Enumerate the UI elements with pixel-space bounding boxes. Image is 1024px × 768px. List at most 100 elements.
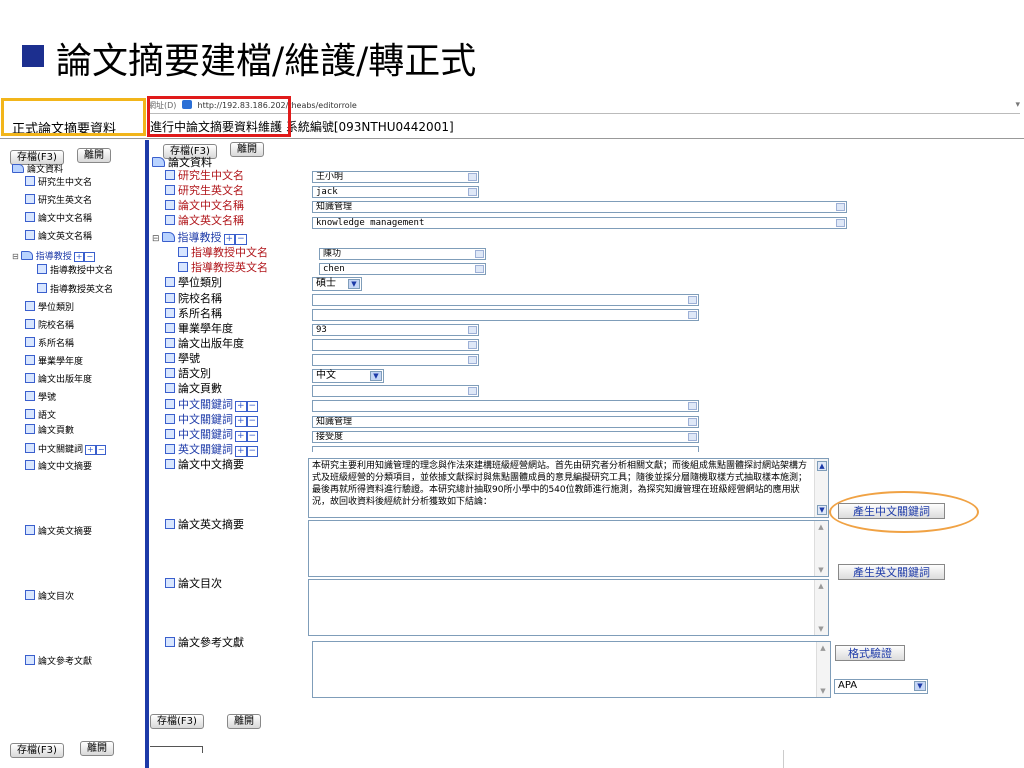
sidebar-item-grad-year[interactable]: 畢業學年度 (25, 355, 83, 369)
collapse-toggle-icon[interactable]: ⊟ (12, 252, 19, 261)
bottom-save-button[interactable]: 存檔(F3) (150, 714, 204, 729)
generate-en-keywords-button[interactable]: 產生英文關鍵詞 (838, 564, 945, 580)
spin-icon[interactable] (475, 265, 484, 273)
sidebar-item-advisor[interactable]: ⊟ 指導教授 + − (12, 250, 96, 264)
remove-keyword-icon[interactable]: − (246, 416, 259, 427)
spin-icon[interactable] (688, 296, 697, 304)
sidebar-item-language[interactable]: 語文 (25, 409, 56, 423)
language-select[interactable]: 中文 ▼ (312, 369, 384, 383)
sidebar-item-student-en[interactable]: 研究生英文名 (25, 194, 92, 208)
scroll-down-icon[interactable]: ▼ (819, 687, 827, 695)
advisor-zh-field[interactable]: 陳功 (319, 248, 486, 260)
sidebar-item-school[interactable]: 院校名稱 (25, 319, 74, 333)
textarea-scrollbar[interactable]: ▲ ▼ (814, 521, 828, 576)
scroll-down-icon[interactable]: ▼ (817, 505, 827, 515)
keyword-2-field[interactable]: 知識管理 (312, 416, 699, 428)
sidebar-item-refs[interactable]: 論文參考文獻 (25, 655, 92, 669)
school-field[interactable] (312, 294, 699, 306)
sidebar-item-title-zh[interactable]: 論文中文名稱 (25, 212, 92, 226)
label-advisor[interactable]: ⊟ 指導教授 + − (152, 231, 247, 246)
sidebar-item-keywords-zh[interactable]: 中文關鍵詞 + − (25, 443, 107, 457)
abstract-en-textarea[interactable]: ▲ ▼ (308, 520, 829, 577)
sidebar-item-abstract-en[interactable]: 論文英文摘要 (25, 525, 92, 539)
keyword-1-field[interactable] (312, 400, 699, 412)
sidebar-item-student-id[interactable]: 學號 (25, 391, 56, 405)
leave-button[interactable]: 離開 (230, 142, 264, 157)
add-keyword-icon[interactable]: + (235, 431, 247, 442)
keyword-3-field[interactable]: 接受度 (312, 431, 699, 443)
student-en-field[interactable]: jack (312, 186, 479, 198)
spin-icon[interactable] (836, 203, 845, 211)
textarea-scrollbar[interactable]: ▲ ▼ (814, 459, 828, 517)
sidebar-bottom-leave-button[interactable]: 離開 (80, 741, 114, 756)
spin-icon[interactable] (688, 418, 697, 426)
address-dropdown-icon[interactable]: ▾ (1015, 100, 1020, 110)
pages-field[interactable] (312, 385, 479, 397)
spin-icon[interactable] (468, 387, 477, 395)
sidebar-save-button[interactable]: 存檔(F3) (10, 150, 64, 165)
keyword-en-field[interactable] (312, 446, 699, 452)
add-keyword-icon[interactable]: + (235, 446, 247, 457)
sidebar-item-pub-year[interactable]: 論文出版年度 (25, 373, 92, 387)
title-en-field[interactable]: knowledge management (312, 217, 847, 229)
textarea-scrollbar[interactable]: ▲ ▼ (814, 580, 828, 635)
spin-icon[interactable] (468, 356, 477, 364)
add-icon[interactable]: + (73, 252, 85, 262)
remove-keyword-icon[interactable]: − (246, 446, 259, 457)
sidebar-item-title-en[interactable]: 論文英文名稱 (25, 230, 92, 244)
scroll-up-icon[interactable]: ▲ (817, 461, 827, 471)
grad-year-field[interactable]: 93 (312, 324, 479, 336)
sidebar-item-advisor-en[interactable]: 指導教授英文名 (37, 283, 113, 297)
spin-icon[interactable] (688, 311, 697, 319)
spin-icon[interactable] (475, 250, 484, 258)
title-zh-field[interactable]: 知識管理 (312, 201, 847, 213)
scroll-down-icon[interactable]: ▼ (817, 566, 825, 574)
form-root[interactable]: 論文資料 (152, 156, 212, 169)
spin-icon[interactable] (468, 188, 477, 196)
sidebar-item-advisor-zh[interactable]: 指導教授中文名 (37, 264, 113, 278)
remove-keyword-icon[interactable]: − (246, 401, 259, 412)
spin-icon[interactable] (688, 433, 697, 441)
student-zh-field[interactable]: 王小明 (312, 171, 479, 183)
advisor-en-field[interactable]: chen (319, 263, 486, 275)
student-id-field[interactable] (312, 354, 479, 366)
add-keyword-icon[interactable]: + (235, 401, 247, 412)
sidebar-item-pages[interactable]: 論文頁數 (25, 424, 74, 438)
format-check-button[interactable]: 格式驗證 (835, 645, 905, 661)
pub-year-field[interactable] (312, 339, 479, 351)
add-icon[interactable]: + (85, 445, 96, 455)
chevron-down-icon[interactable]: ▼ (348, 279, 360, 289)
remove-icon[interactable]: − (95, 445, 107, 455)
sidebar-item-degree[interactable]: 學位類別 (25, 301, 74, 315)
scroll-down-icon[interactable]: ▼ (817, 625, 825, 633)
textarea-scrollbar[interactable]: ▲ ▼ (816, 642, 830, 697)
add-advisor-icon[interactable]: + (223, 234, 236, 245)
sidebar-leave-button[interactable]: 離開 (77, 148, 111, 163)
spin-icon[interactable] (468, 341, 477, 349)
citation-style-select[interactable]: APA ▼ (834, 679, 928, 694)
spin-icon[interactable] (468, 173, 477, 181)
scroll-up-icon[interactable]: ▲ (817, 582, 825, 590)
abstract-zh-textarea[interactable]: 本研究主要利用知識管理的理念與作法來建構班級經營網站。首先由研究者分析相關文獻；… (308, 458, 829, 518)
remove-advisor-icon[interactable]: − (235, 234, 247, 245)
add-keyword-icon[interactable]: + (235, 416, 247, 427)
dept-field[interactable] (312, 309, 699, 321)
scroll-up-icon[interactable]: ▲ (817, 523, 825, 531)
toc-textarea[interactable]: ▲ ▼ (308, 579, 829, 636)
remove-icon[interactable]: − (84, 252, 96, 262)
sidebar-item-abstract-zh[interactable]: 論文中文摘要 (25, 460, 92, 474)
scroll-up-icon[interactable]: ▲ (819, 644, 827, 652)
chevron-down-icon[interactable]: ▼ (370, 371, 382, 381)
remove-keyword-icon[interactable]: − (246, 431, 259, 442)
degree-select[interactable]: 碩士 ▼ (312, 277, 362, 291)
sidebar-item-student-zh[interactable]: 研究生中文名 (25, 176, 92, 190)
sidebar-item-toc[interactable]: 論文目次 (25, 590, 74, 604)
bottom-leave-button[interactable]: 離開 (227, 714, 261, 729)
spin-icon[interactable] (468, 326, 477, 334)
refs-textarea[interactable]: ▲ ▼ (312, 641, 831, 698)
sidebar-bottom-save-button[interactable]: 存檔(F3) (10, 743, 64, 758)
chevron-down-icon[interactable]: ▼ (914, 681, 926, 691)
collapse-toggle-icon[interactable]: ⊟ (152, 234, 160, 244)
sidebar-item-dept[interactable]: 系所名稱 (25, 337, 74, 351)
spin-icon[interactable] (836, 219, 845, 227)
